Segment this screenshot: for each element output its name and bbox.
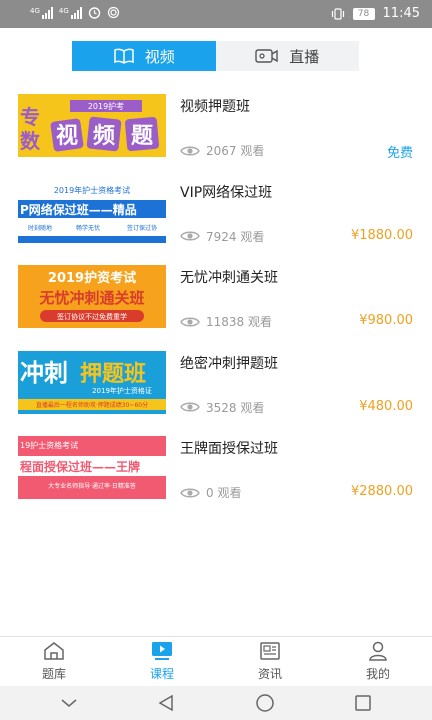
course-title[interactable]: VIP网络保过班 [180,182,272,202]
thumb-text: 押题班 [80,361,146,387]
course-item[interactable]: 2019护考 专 数 视 频 题 视频押题班 2067 观看 免费 [0,86,432,172]
course-price: ¥2880.00 [350,484,413,499]
system-nav-bar [0,686,432,720]
tab-label: 视频 [144,47,175,66]
nav-courses[interactable]: 课程 [108,637,216,686]
thumb-text: 冲刺 [20,359,68,387]
eye-icon [180,488,200,497]
nav-label: 资讯 [257,667,282,681]
video-camera-icon [255,49,278,63]
course-thumbnail[interactable]: 2019护考 专 数 视 频 题 [18,94,166,157]
course-thumbnail[interactable]: 2019年护士资格考试 P网络保过班——精品 时刻随地 畅学无忧 签订保过协 [18,179,166,243]
course-thumbnail[interactable]: 19护士资格考试 程面授保过班——王牌 大专业名师指导·通过率·日精准答 [18,436,166,499]
view-count: 2067 观看 [180,142,264,159]
chevron-down-icon[interactable] [60,698,78,708]
course-price: ¥1880.00 [350,227,413,243]
thumb-text: 2019年护士资格证 [92,386,152,395]
thumb-text: 2019护资考试 [48,270,136,286]
play-course-icon [152,642,172,660]
eye-icon [180,317,200,326]
course-price: ¥980.00 [359,313,413,328]
thumb-text: 题 [131,124,154,149]
view-count: 7924 观看 [180,228,264,245]
course-item[interactable]: 冲刺 押题班 2019年护士资格证 直播最后一程名师助攻·押题成绩30~60分 … [0,343,432,429]
thumb-text: 视 [56,123,78,149]
course-price: 免费 [386,146,413,161]
course-title[interactable]: 王牌面授保过班 [180,438,278,458]
eye-icon [180,146,200,155]
thumb-text: 畅学无忧 [76,224,100,232]
thumb-text: 2019护考 [88,101,124,111]
home-circle-icon[interactable] [255,693,275,713]
thumb-text: 无忧冲刺通关班 [38,289,144,307]
course-thumbnail[interactable]: 2019护资考试 无忧冲刺通关班 签订协议不过免费重学 [18,265,166,328]
clock: 11:45 [382,6,420,21]
news-icon [260,642,280,660]
nav-profile[interactable]: 我的 [324,637,432,686]
thumb-text: 频 [93,124,115,149]
content-type-tabs: 视频 直播 [72,41,359,71]
eye-icon [180,231,200,241]
fingerprint-icon [107,6,119,19]
view-count: 3528 观看 [180,399,264,416]
course-item[interactable]: 2019年护士资格考试 P网络保过班——精品 时刻随地 畅学无忧 签订保过协 V… [0,172,432,258]
course-price: ¥480.00 [359,398,413,414]
thumb-text: 程面授保过班——王牌 [20,459,140,474]
tab-live[interactable]: 直播 [215,41,359,71]
thumb-text: 签订保过协 [127,224,157,232]
signal-icon: 4G [59,6,82,19]
back-icon[interactable] [157,694,175,712]
status-right: 78 11:45 [331,6,420,21]
view-count: 0 观看 [180,484,241,501]
thumb-text: 时刻随地 [28,224,52,232]
course-item[interactable]: 2019护资考试 无忧冲刺通关班 签订协议不过免费重学 无忧冲刺通关班 1183… [0,257,432,343]
course-list: 2019护考 专 数 视 频 题 视频押题班 2067 观看 免费 2019年护… [0,86,432,514]
recent-apps-icon[interactable] [354,694,372,712]
nav-question-bank[interactable]: 题库 [0,637,108,686]
thumb-text: 19护士资格考试 [20,440,78,450]
thumb-text: 直播最后一程名师助攻·押题成绩30~60分 [36,401,148,409]
view-count: 11838 观看 [180,313,272,330]
thumb-text: P网络保过班——精品 [20,202,137,217]
status-left: 4G 4G [30,6,120,19]
course-title[interactable]: 无忧冲刺通关班 [180,267,278,287]
course-item[interactable]: 19护士资格考试 程面授保过班——王牌 大专业名师指导·通过率·日精准答 王牌面… [0,428,432,514]
thumb-text: 数 [20,129,41,153]
course-thumbnail[interactable]: 冲刺 押题班 2019年护士资格证 直播最后一程名师助攻·押题成绩30~60分 [18,350,166,414]
tab-label: 直播 [289,47,320,66]
status-bar: 4G 4G 78 11:45 [0,0,432,28]
thumb-text: 2019年护士资格考试 [54,185,130,195]
vibrate-icon [331,7,344,20]
user-icon [369,641,387,661]
nav-label: 我的 [365,667,390,681]
thumb-text: 签订协议不过免费重学 [57,312,127,321]
thumb-text: 专 [20,105,40,129]
eye-icon [180,402,200,412]
signal-icon: 4G [30,6,53,19]
thumb-text: 大专业名师指导·通过率·日精准答 [48,482,136,490]
course-title[interactable]: 绝密冲刺押题班 [180,353,278,373]
alarm-icon [88,7,100,19]
tab-video[interactable]: 视频 [72,41,216,71]
battery-icon: 78 [352,7,375,20]
book-icon [113,48,134,64]
nav-news[interactable]: 资讯 [216,637,324,686]
nav-label: 题库 [41,667,66,681]
bottom-nav: 题库 课程 资讯 我的 [0,636,432,686]
nav-label: 课程 [149,667,174,681]
course-title[interactable]: 视频押题班 [180,96,250,116]
home-icon [44,642,64,660]
